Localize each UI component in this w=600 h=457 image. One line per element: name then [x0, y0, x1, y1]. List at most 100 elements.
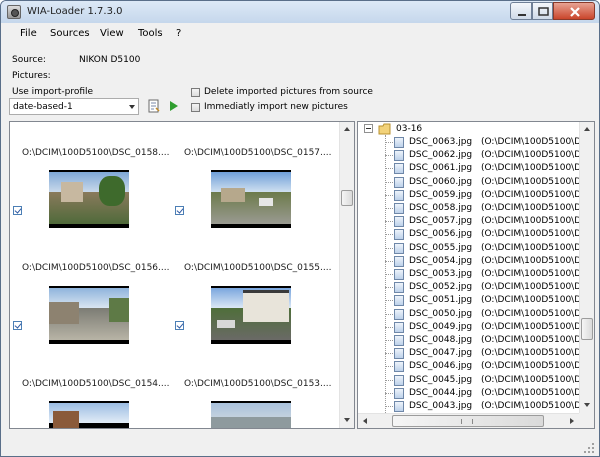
source-label: Source:: [12, 55, 46, 65]
tree-file-name: DSC_0063.jpg: [409, 137, 473, 147]
image-file-icon: [394, 189, 404, 201]
tree-file-name: DSC_0053.jpg: [409, 269, 473, 279]
tree-file-row[interactable]: DSC_0045.jpg (O:\DCIM\100D5100\D: [358, 374, 590, 387]
resize-grip-icon[interactable]: [583, 442, 595, 454]
thumbnail-checkbox[interactable]: [13, 206, 22, 215]
tree-file-row[interactable]: DSC_0044.jpg (O:\DCIM\100D5100\D: [358, 387, 590, 400]
scroll-down-button[interactable]: [580, 398, 594, 413]
thumbnail-pane[interactable]: O:\DCIM\100D5100\DSC_0158.... O:\DCIM\10…: [9, 121, 355, 429]
thumbnail-checkbox[interactable]: [175, 321, 184, 330]
arrow-down-icon: [584, 403, 590, 407]
scroll-right-button[interactable]: [564, 414, 579, 428]
tree-horizontal-scrollbar[interactable]: [358, 413, 579, 428]
tree-file-path: (O:\DCIM\100D5100\D: [481, 137, 582, 147]
tree-file-row[interactable]: DSC_0062.jpg (O:\DCIM\100D5100\D: [358, 149, 590, 162]
tree-connector: [385, 326, 393, 328]
immediate-import-checkbox[interactable]: [191, 103, 200, 112]
thumbnail-path: O:\DCIM\100D5100\DSC_0158....: [22, 148, 170, 158]
menu-file[interactable]: File: [20, 28, 37, 39]
tree-file-name: DSC_0044.jpg: [409, 387, 473, 398]
tree-file-row[interactable]: DSC_0063.jpg (O:\DCIM\100D5100\D: [358, 136, 590, 149]
image-file-icon: [394, 348, 404, 360]
tree-file-name: DSC_0045.jpg: [409, 374, 473, 385]
tree-connector: [385, 194, 393, 196]
thumbnail-scrollbar[interactable]: [339, 122, 354, 428]
scroll-down-button[interactable]: [340, 413, 354, 428]
image-file-icon: [394, 242, 404, 254]
scroll-up-button[interactable]: [340, 122, 354, 137]
image-file-icon: [394, 163, 404, 175]
thumbnail-image[interactable]: [211, 401, 291, 428]
image-file-icon: [394, 269, 404, 280]
tree-file-row[interactable]: DSC_0059.jpg (O:\DCIM\100D5100\D: [358, 189, 590, 202]
import-profile-select[interactable]: date-based-1: [9, 98, 139, 115]
image-file-icon: [394, 216, 404, 228]
image-file-icon: [394, 203, 404, 214]
thumbnail-checkbox[interactable]: [13, 321, 22, 330]
tree-file-name: DSC_0058.jpg: [409, 203, 473, 213]
tree-file-row[interactable]: DSC_0054.jpg (O:\DCIM\100D5100\D: [358, 255, 590, 268]
tree-file-row[interactable]: DSC_0048.jpg (O:\DCIM\100D5100\D: [358, 334, 590, 347]
tree-file-name: DSC_0047.jpg: [409, 348, 473, 359]
menu-help[interactable]: ?: [176, 28, 181, 39]
tree-file-path: (O:\DCIM\100D5100\D: [481, 229, 582, 240]
thumbnail-image[interactable]: [211, 170, 291, 228]
thumbnail-image[interactable]: [49, 286, 129, 344]
tree-file-name: DSC_0051.jpg: [409, 295, 473, 306]
tree-file-path: (O:\DCIM\100D5100\D: [481, 308, 582, 319]
thumbnail-image[interactable]: [49, 401, 129, 428]
tree-file-row[interactable]: DSC_0057.jpg (O:\DCIM\100D5100\D: [358, 215, 590, 228]
tree-file-row[interactable]: DSC_0056.jpg (O:\DCIM\100D5100\D: [358, 228, 590, 241]
arrow-right-icon: [570, 418, 574, 424]
maximize-button[interactable]: [532, 2, 553, 20]
thumbnail-image[interactable]: [211, 286, 291, 344]
scroll-up-button[interactable]: [580, 122, 594, 137]
folder-icon: [378, 123, 391, 135]
tree-connector: [385, 208, 393, 209]
tree-file-path: (O:\DCIM\100D5100\D: [481, 335, 582, 345]
tree-file-row[interactable]: DSC_0052.jpg (O:\DCIM\100D5100\D: [358, 281, 590, 294]
tree-file-row[interactable]: DSC_0051.jpg (O:\DCIM\100D5100\D: [358, 294, 590, 307]
thumbnail-path: O:\DCIM\100D5100\DSC_0153....: [184, 379, 332, 389]
tree-file-row[interactable]: DSC_0058.jpg (O:\DCIM\100D5100\D: [358, 202, 590, 215]
menu-tools[interactable]: Tools: [138, 28, 163, 39]
title-bar[interactable]: WIA-Loader 1.7.3.0: [1, 1, 599, 23]
collapse-toggle[interactable]: [364, 124, 373, 133]
thumbnail-checkbox[interactable]: [175, 206, 184, 215]
delete-imported-checkbox[interactable]: [191, 88, 200, 97]
scroll-left-button[interactable]: [358, 414, 373, 428]
thumbnail-image[interactable]: [49, 170, 129, 228]
scroll-thumb[interactable]: [341, 190, 353, 206]
tree-file-row[interactable]: DSC_0050.jpg (O:\DCIM\100D5100\D: [358, 308, 590, 321]
scroll-thumb[interactable]: [392, 415, 544, 427]
play-icon[interactable]: [167, 99, 181, 113]
edit-profile-icon[interactable]: [147, 99, 161, 113]
status-bar: [1, 433, 599, 456]
image-file-icon: [394, 401, 404, 412]
delete-imported-label: Delete imported pictures from source: [204, 87, 373, 97]
tree-file-row[interactable]: DSC_0061.jpg (O:\DCIM\100D5100\D: [358, 162, 590, 175]
tree-file-path: (O:\DCIM\100D5100\D: [481, 242, 582, 253]
tree-file-row[interactable]: DSC_0049.jpg (O:\DCIM\100D5100\D: [358, 321, 590, 334]
menu-sources[interactable]: Sources: [50, 28, 90, 39]
tree-file-row[interactable]: DSC_0055.jpg (O:\DCIM\100D5100\D: [358, 242, 590, 255]
tree-file-name: DSC_0054.jpg: [409, 255, 473, 266]
tree-folder-name[interactable]: 03-16: [396, 124, 422, 134]
tree-connector: [385, 260, 393, 262]
tree-connector: [385, 155, 393, 157]
tree-file-name: DSC_0062.jpg: [409, 150, 473, 161]
tree-file-row[interactable]: DSC_0043.jpg (O:\DCIM\100D5100\D: [358, 400, 590, 413]
tree-file-row[interactable]: DSC_0046.jpg (O:\DCIM\100D5100\D: [358, 360, 590, 373]
file-tree-pane[interactable]: 03-16 DSC_0063.jpg (O:\DCIM\100D5100\D DSC…: [357, 121, 595, 429]
tree-vertical-scrollbar[interactable]: [579, 122, 594, 413]
tree-connector: [385, 234, 393, 236]
scroll-thumb[interactable]: [581, 318, 593, 340]
tree-file-row[interactable]: DSC_0053.jpg (O:\DCIM\100D5100\D: [358, 268, 590, 281]
thumbnail-path: O:\DCIM\100D5100\DSC_0154....: [22, 379, 170, 389]
close-button[interactable]: [553, 2, 595, 20]
minimize-button[interactable]: [510, 2, 532, 20]
menu-view[interactable]: View: [100, 28, 124, 39]
tree-file-row[interactable]: DSC_0047.jpg (O:\DCIM\100D5100\D: [358, 347, 590, 360]
tree-file-name: DSC_0060.jpg: [409, 176, 473, 187]
tree-file-row[interactable]: DSC_0060.jpg (O:\DCIM\100D5100\D: [358, 176, 590, 189]
